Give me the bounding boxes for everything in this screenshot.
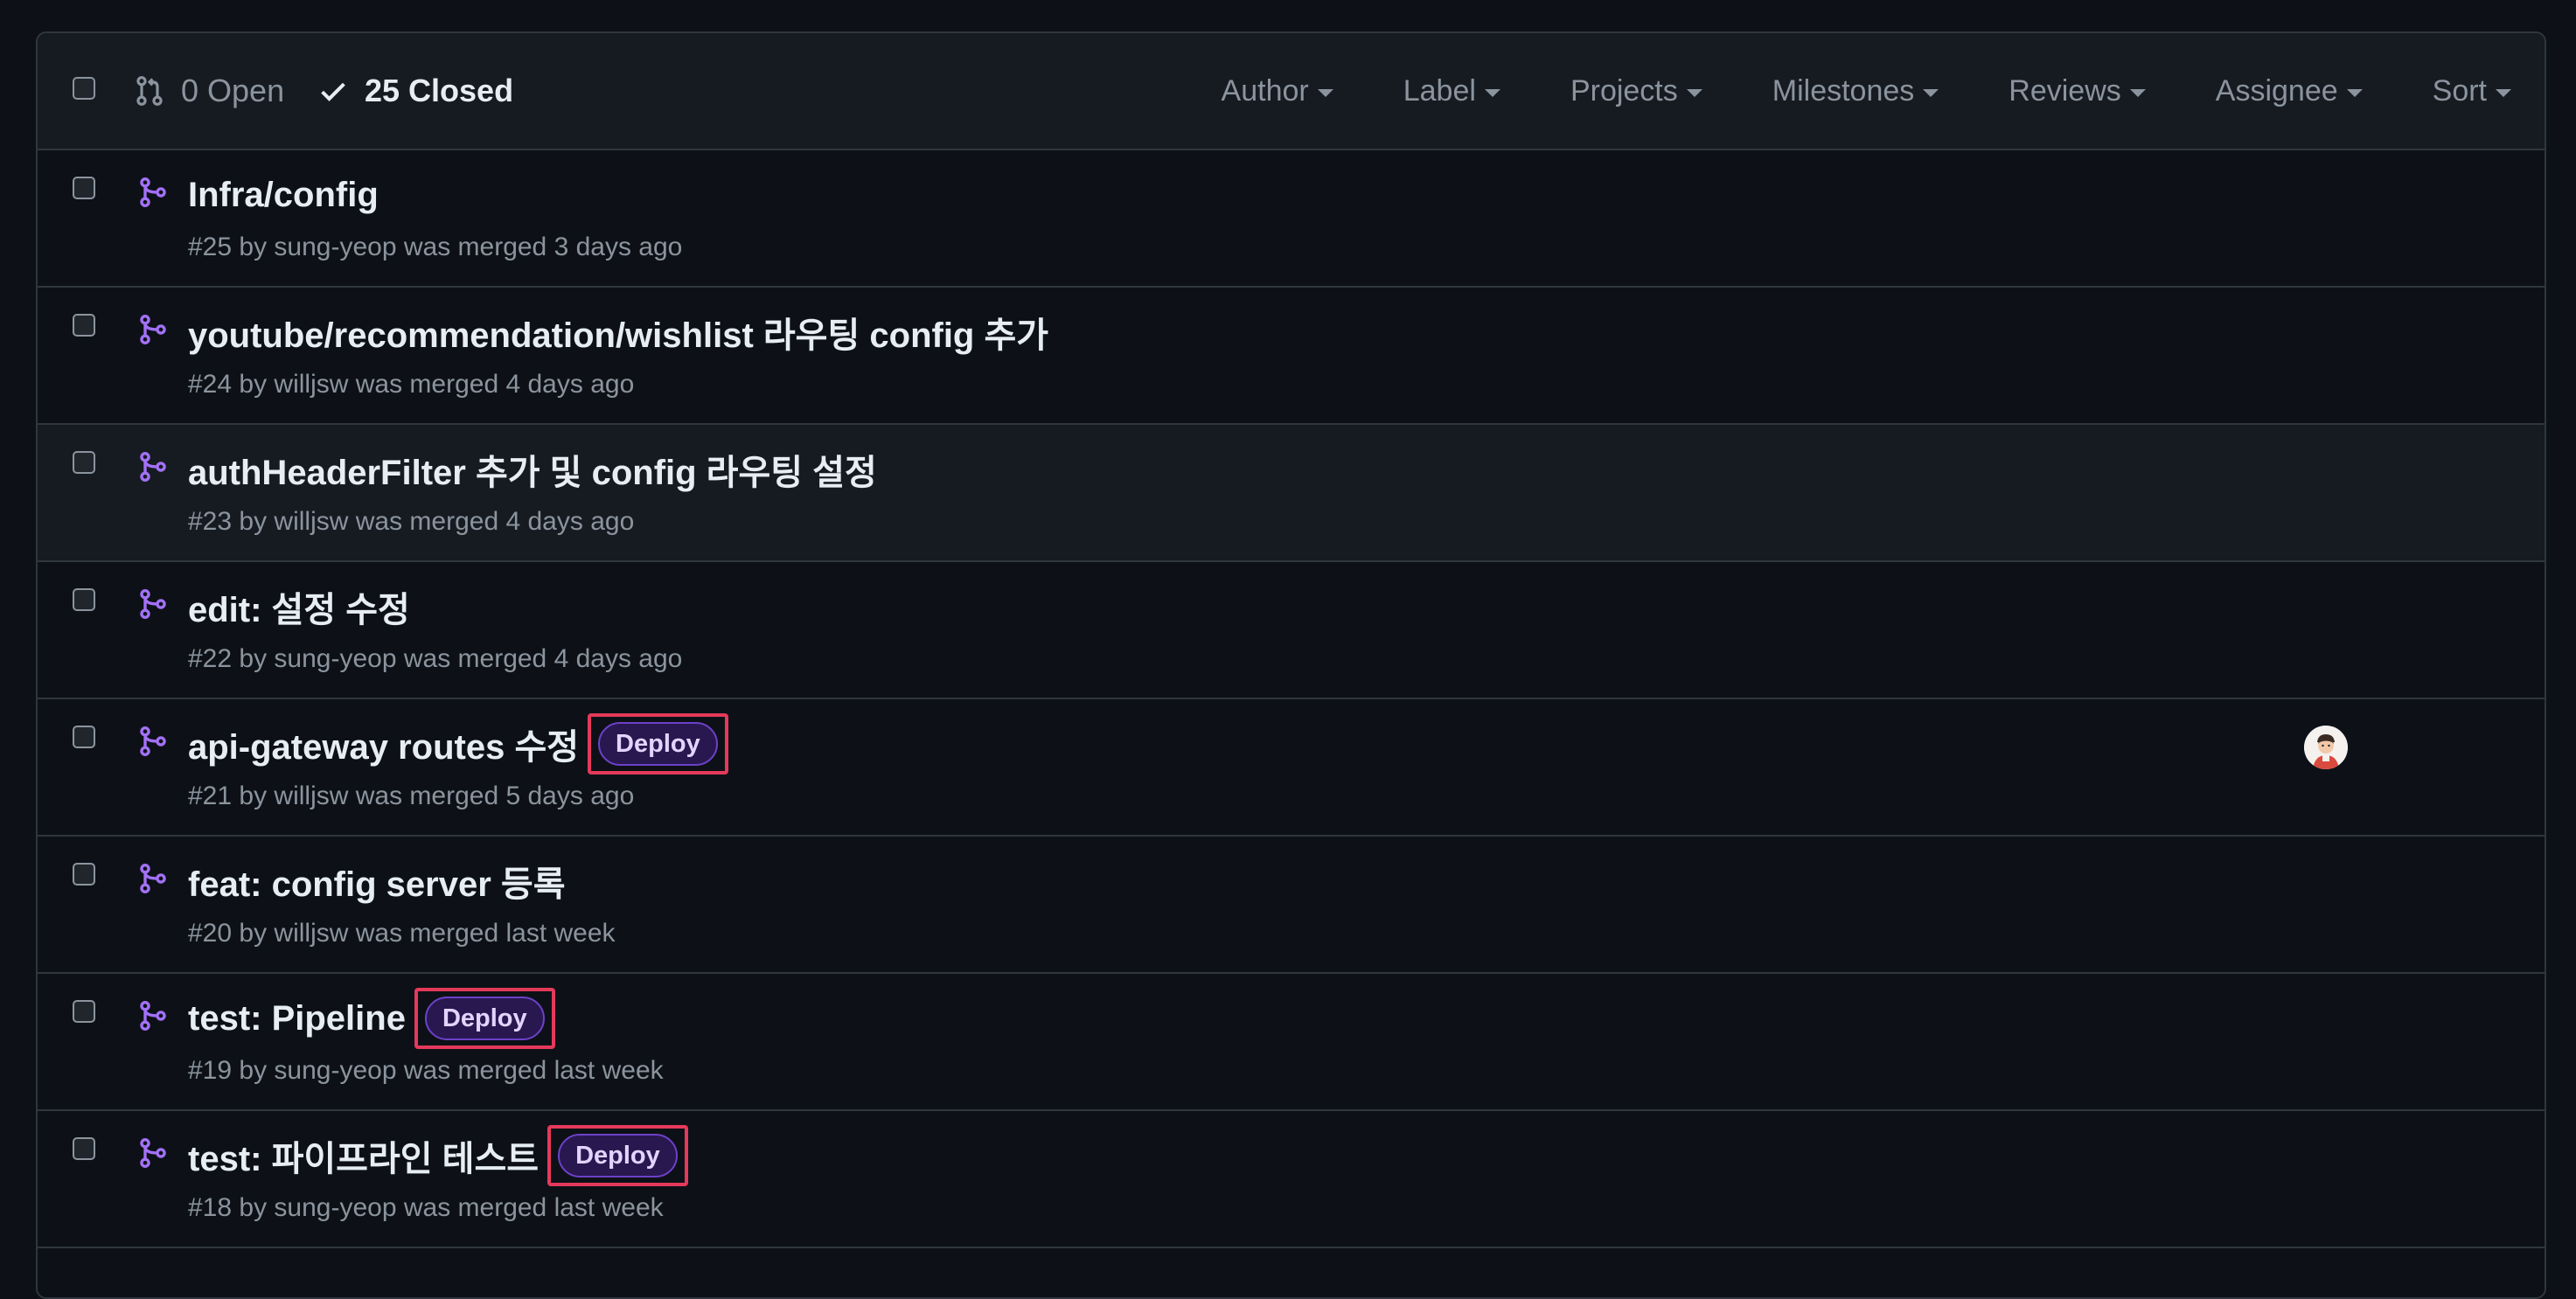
caret-down-icon: [2496, 88, 2511, 97]
merged-pr-icon: [140, 1001, 166, 1031]
caret-down-icon: [2346, 88, 2363, 97]
closed-count-label: 25 Closed: [365, 73, 514, 108]
pr-title-line: test: 파이프라인 테스트 Deploy: [188, 1125, 688, 1186]
open-filter-tab[interactable]: 0 Open: [134, 33, 284, 149]
avatar-icon: [2304, 726, 2348, 769]
row-checkbox[interactable]: [73, 863, 95, 886]
caret-down-icon: [1484, 88, 1500, 97]
filter-bar: Author Label Projects Milestones Reviews…: [1222, 33, 2511, 149]
pr-meta: #24 by willjsw was merged 4 days ago: [188, 370, 635, 399]
filter-label: Milestones: [1772, 73, 1915, 108]
row-checkbox[interactable]: [73, 588, 95, 611]
reviews-filter-dropdown[interactable]: Reviews: [2009, 73, 2146, 108]
row-checkbox[interactable]: [73, 314, 95, 337]
pr-title-link[interactable]: edit: 설정 수정: [188, 581, 410, 632]
merged-pr-icon: [140, 452, 166, 482]
pr-meta: #19 by sung-yeop was merged last week: [188, 1056, 664, 1085]
merged-pr-icon: [140, 315, 166, 344]
open-count-label: 0 Open: [181, 73, 285, 108]
filter-label: Sort: [2432, 73, 2487, 108]
assignee-avatar[interactable]: [2304, 726, 2348, 769]
pull-request-row: edit: 설정 수정 #22 by sung-yeop was merged …: [38, 562, 2545, 699]
pull-request-list: 0 Open 25 Closed Author Label Projects M…: [36, 31, 2546, 1299]
pr-meta: #22 by sung-yeop was merged 4 days ago: [188, 644, 683, 673]
row-checkbox[interactable]: [73, 1137, 95, 1160]
row-checkbox[interactable]: [73, 726, 95, 748]
sort-dropdown[interactable]: Sort: [2433, 74, 2511, 108]
merged-pr-icon: [140, 1138, 166, 1168]
list-header: 0 Open 25 Closed Author Label Projects M…: [38, 33, 2545, 150]
pr-meta: #25 by sung-yeop was merged 3 days ago: [188, 233, 683, 261]
pr-title-line: test: Pipeline Deploy: [188, 988, 555, 1049]
pr-meta: #20 by willjsw was merged last week: [188, 919, 616, 948]
pr-title-link[interactable]: youtube/recommendation/wishlist 라우팅 conf…: [188, 307, 1048, 358]
merged-pr-icon: [140, 589, 166, 619]
pr-title-line: edit: 설정 수정: [188, 580, 410, 634]
pull-request-row: test: Pipeline Deploy #19 by sung-yeop w…: [38, 974, 2545, 1111]
pr-title-link[interactable]: test: 파이프라인 테스트: [188, 1130, 539, 1181]
pr-title-line: feat: config server 등록: [188, 854, 566, 908]
label-filter-dropdown[interactable]: Label: [1403, 74, 1500, 108]
pr-title-line: authHeaderFilter 추가 및 config 라우팅 설정: [188, 442, 877, 497]
row-checkbox[interactable]: [73, 177, 95, 199]
pr-title-link[interactable]: authHeaderFilter 추가 및 config 라우팅 설정: [188, 444, 877, 495]
pr-meta: #23 by willjsw was merged 4 days ago: [188, 507, 635, 536]
projects-filter-dropdown[interactable]: Projects: [1570, 74, 1702, 108]
pull-request-row: api-gateway routes 수정 Deploy #21 by will…: [38, 699, 2545, 837]
select-all-checkbox[interactable]: [73, 77, 95, 100]
deploy-label[interactable]: Deploy: [558, 1134, 678, 1177]
filter-label: Author: [1221, 73, 1309, 108]
pr-title-link[interactable]: feat: config server 등록: [188, 856, 566, 907]
deploy-label[interactable]: Deploy: [598, 722, 718, 766]
row-checkbox[interactable]: [73, 451, 95, 474]
pr-meta: #21 by willjsw was merged 5 days ago: [188, 781, 635, 810]
merged-pr-icon: [140, 864, 166, 893]
closed-filter-tab[interactable]: 25 Closed: [317, 33, 513, 149]
merged-pr-icon: [140, 177, 166, 207]
caret-down-icon: [1686, 88, 1702, 97]
pull-request-icon: [136, 76, 163, 106]
pr-title-line: youtube/recommendation/wishlist 라우팅 conf…: [188, 305, 1048, 359]
highlight-box: Deploy: [588, 713, 728, 775]
caret-down-icon: [2129, 88, 2146, 97]
filter-label: Assignee: [2215, 73, 2338, 108]
check-icon: [321, 82, 345, 101]
caret-down-icon: [1317, 88, 1333, 97]
pull-request-row: youtube/recommendation/wishlist 라우팅 conf…: [38, 288, 2545, 425]
pull-request-row: Infra/config #25 by sung-yeop was merged…: [38, 150, 2545, 288]
filter-label: Reviews: [2009, 73, 2121, 108]
merged-pr-icon: [140, 726, 166, 756]
pr-title-link[interactable]: test: Pipeline: [188, 999, 406, 1039]
pull-request-row: feat: config server 등록 #20 by willjsw wa…: [38, 837, 2545, 974]
highlight-box: Deploy: [547, 1125, 688, 1186]
deploy-label[interactable]: Deploy: [424, 997, 545, 1040]
highlight-box: Deploy: [414, 988, 555, 1049]
pr-title-link[interactable]: Infra/config: [188, 176, 379, 215]
pull-request-row: authHeaderFilter 추가 및 config 라우팅 설정 #23 …: [38, 425, 2545, 562]
pull-request-row: test: 파이프라인 테스트 Deploy #18 by sung-yeop …: [38, 1111, 2545, 1248]
pr-title-link[interactable]: api-gateway routes 수정: [188, 719, 579, 769]
pr-title-line: api-gateway routes 수정 Deploy: [188, 713, 728, 775]
filter-label: Projects: [1570, 73, 1678, 108]
filter-label: Label: [1403, 73, 1476, 108]
author-filter-dropdown[interactable]: Author: [1222, 74, 1333, 108]
row-checkbox[interactable]: [73, 1000, 95, 1023]
assignee-filter-dropdown[interactable]: Assignee: [2216, 74, 2363, 108]
caret-down-icon: [1923, 88, 1939, 97]
milestones-filter-dropdown[interactable]: Milestones: [1772, 74, 1939, 108]
pr-meta: #18 by sung-yeop was merged last week: [188, 1193, 664, 1222]
pr-title-line: Infra/config: [188, 168, 379, 222]
